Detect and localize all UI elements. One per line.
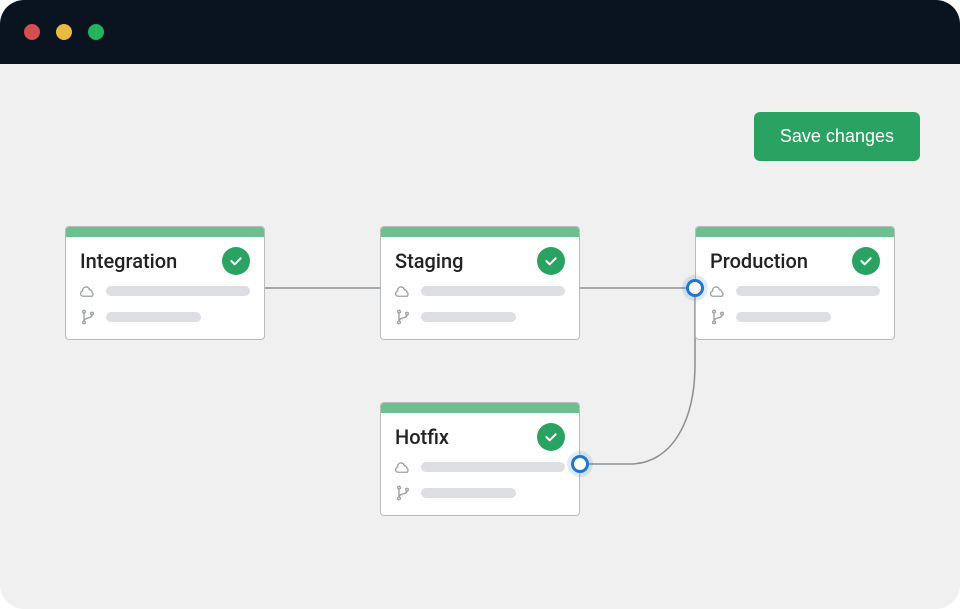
- cloud-icon: [395, 459, 411, 475]
- close-window-dot[interactable]: [24, 24, 40, 40]
- placeholder-bar: [736, 312, 831, 322]
- placeholder-bar: [421, 286, 565, 296]
- node-accent-bar: [66, 227, 264, 237]
- placeholder-bar: [106, 312, 201, 322]
- app-window: Save changes Integration: [0, 0, 960, 609]
- pipeline-canvas[interactable]: Save changes Integration: [0, 64, 960, 609]
- window-titlebar: [0, 0, 960, 64]
- git-branch-icon: [80, 309, 96, 325]
- node-title: Integration: [80, 249, 177, 273]
- node-title: Hotfix: [395, 425, 449, 449]
- maximize-window-dot[interactable]: [88, 24, 104, 40]
- node-accent-bar: [381, 227, 579, 237]
- cloud-icon: [395, 283, 411, 299]
- minimize-window-dot[interactable]: [56, 24, 72, 40]
- status-check-icon: [222, 247, 250, 275]
- status-check-icon: [852, 247, 880, 275]
- node-branch-row: [80, 309, 250, 325]
- node-resource-row: [80, 283, 250, 299]
- node-branch-row: [710, 309, 880, 325]
- node-title: Production: [710, 249, 808, 273]
- save-changes-button[interactable]: Save changes: [754, 112, 920, 161]
- cloud-icon: [710, 283, 726, 299]
- node-branch-row: [395, 309, 565, 325]
- git-branch-icon: [710, 309, 726, 325]
- pipeline-node-integration[interactable]: Integration: [65, 226, 265, 340]
- git-branch-icon: [395, 309, 411, 325]
- node-accent-bar: [696, 227, 894, 237]
- connection-port-production-in[interactable]: [686, 279, 704, 297]
- cloud-icon: [80, 283, 96, 299]
- node-resource-row: [395, 283, 565, 299]
- placeholder-bar: [421, 462, 565, 472]
- node-title: Staging: [395, 249, 463, 273]
- node-resource-row: [395, 459, 565, 475]
- pipeline-node-hotfix[interactable]: Hotfix: [380, 402, 580, 516]
- git-branch-icon: [395, 485, 411, 501]
- node-accent-bar: [381, 403, 579, 413]
- node-resource-row: [710, 283, 880, 299]
- placeholder-bar: [736, 286, 880, 296]
- placeholder-bar: [421, 312, 516, 322]
- connection-port-hotfix-out[interactable]: [571, 455, 589, 473]
- status-check-icon: [537, 423, 565, 451]
- node-branch-row: [395, 485, 565, 501]
- placeholder-bar: [106, 286, 250, 296]
- placeholder-bar: [421, 488, 516, 498]
- pipeline-node-production[interactable]: Production: [695, 226, 895, 340]
- status-check-icon: [537, 247, 565, 275]
- pipeline-node-staging[interactable]: Staging: [380, 226, 580, 340]
